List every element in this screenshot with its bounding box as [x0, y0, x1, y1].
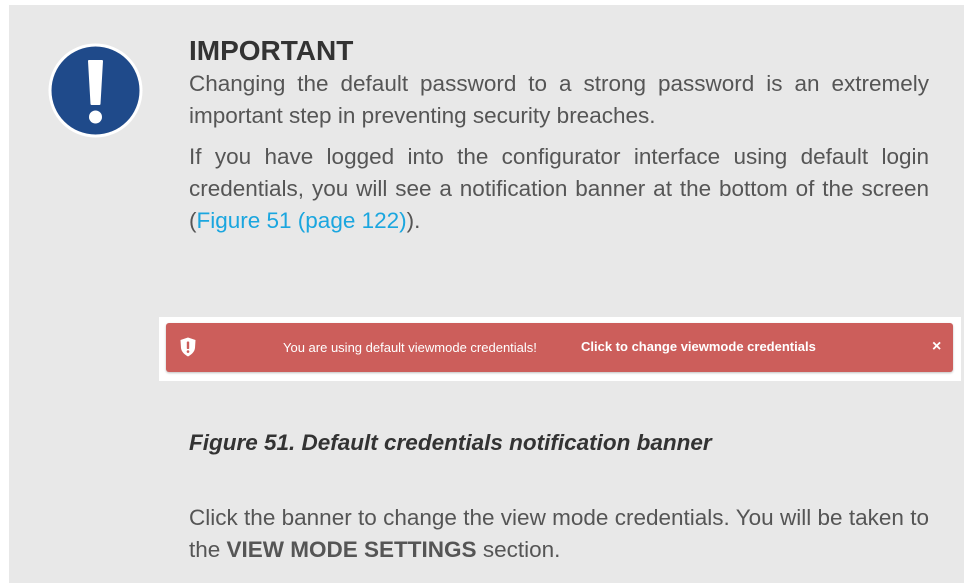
- exclamation-icon: [48, 43, 143, 138]
- figure-caption: Figure 51. Default credentials notificat…: [189, 430, 712, 455]
- notice-heading: IMPORTANT: [189, 35, 354, 66]
- notice-content: IMPORTANT Changing the default password …: [189, 34, 929, 237]
- close-icon[interactable]: ×: [932, 338, 941, 356]
- figure-51-link[interactable]: Figure 51 (page 122): [197, 208, 407, 233]
- notice-paragraph-2: If you have logged into the configurator…: [189, 141, 929, 237]
- notice-paragraph-1: Changing the default password to a stron…: [189, 71, 929, 128]
- banner-figure: You are using default viewmode credentia…: [159, 317, 961, 381]
- closing-text-end: section.: [476, 537, 561, 562]
- credentials-notification-banner[interactable]: You are using default viewmode credentia…: [166, 323, 953, 372]
- paragraph-2-end: ).: [406, 208, 421, 233]
- banner-message: You are using default viewmode credentia…: [283, 340, 537, 355]
- closing-paragraph: Click the banner to change the view mode…: [189, 502, 929, 566]
- shield-exclamation-icon: [180, 337, 196, 357]
- view-mode-settings-label: VIEW MODE SETTINGS: [226, 537, 477, 562]
- change-credentials-link[interactable]: Click to change viewmode credentials: [581, 339, 816, 354]
